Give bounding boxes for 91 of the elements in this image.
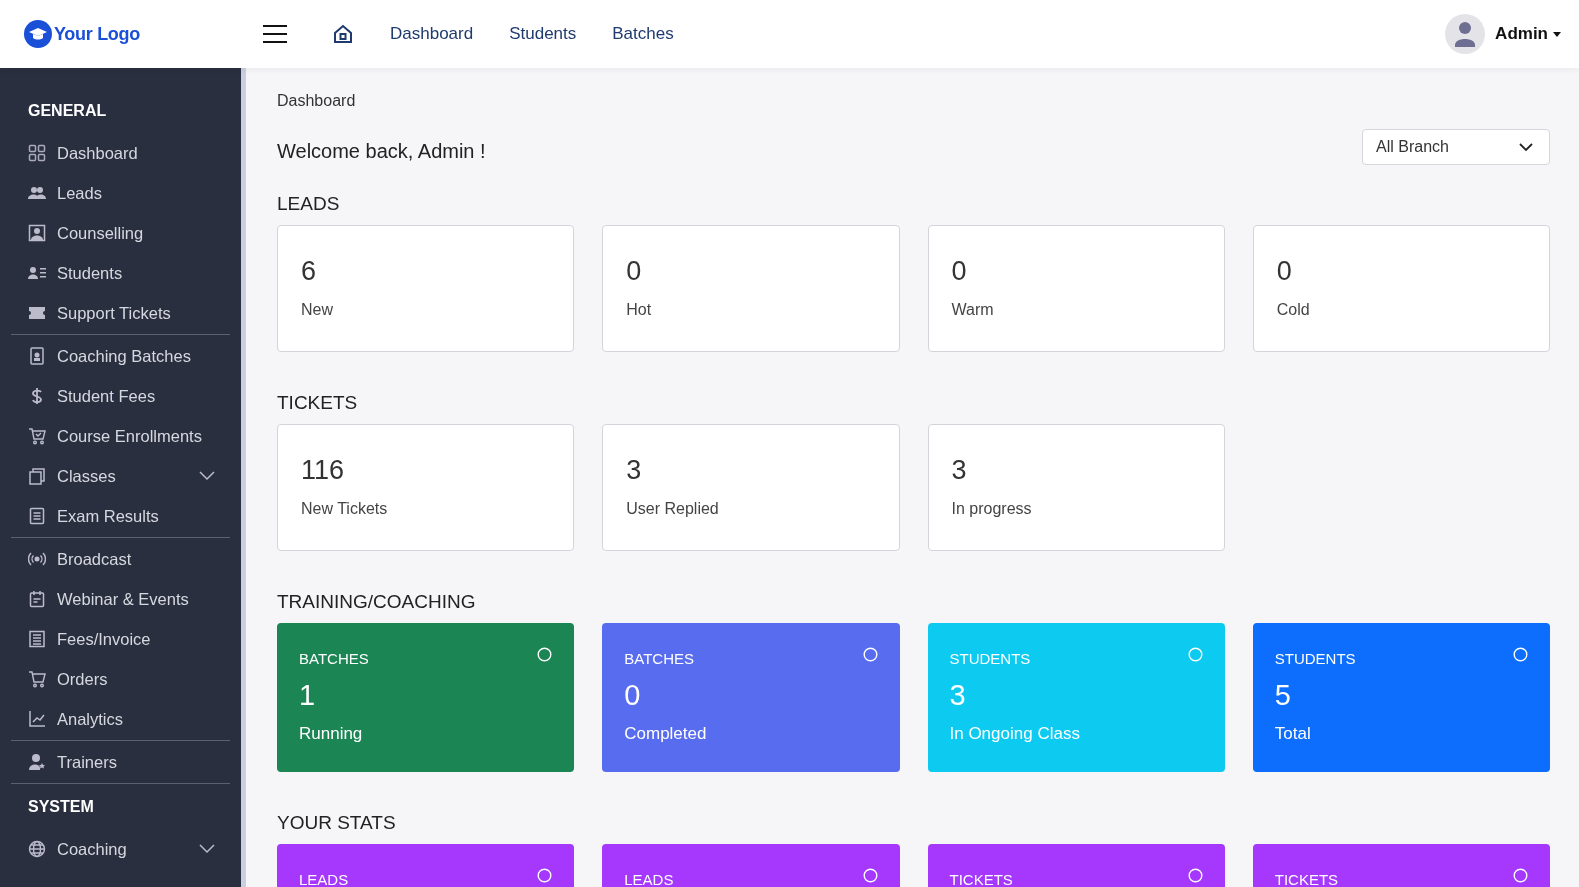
- stat-heading: STUDENTS: [949, 650, 1031, 667]
- badge-icon: [28, 347, 46, 365]
- calendar-icon: [28, 590, 46, 608]
- stat-label: New: [301, 301, 334, 319]
- sidebar-item[interactable]: Dashboard: [11, 133, 230, 173]
- stat-value: 1: [299, 679, 317, 712]
- person-box-icon: [28, 224, 46, 242]
- sidebar-item[interactable]: Coaching Batches: [11, 336, 230, 376]
- stat-label: User Replied: [626, 500, 720, 518]
- stat-heading: BATCHES: [624, 650, 694, 667]
- logo-text[interactable]: Your Logo: [54, 23, 140, 45]
- receipt-icon: [28, 630, 46, 648]
- stat-value: 0: [951, 256, 968, 287]
- stat-label: New Tickets: [301, 500, 389, 518]
- broadcast-icon: [28, 550, 46, 568]
- sidebar-item[interactable]: Student Fees: [11, 376, 230, 416]
- sidebar-item[interactable]: Trainers: [11, 742, 230, 782]
- section-heading: LEADS: [277, 193, 341, 215]
- stat-heading: TICKETS: [1274, 871, 1339, 887]
- people-icon: [28, 184, 46, 202]
- circle-icon: [1513, 868, 1528, 883]
- circle-icon: [1513, 647, 1528, 662]
- stat-value: 5: [1274, 679, 1292, 712]
- stat-value: 3: [626, 455, 643, 486]
- circle-icon: [1187, 647, 1203, 662]
- stat-label: Warm: [951, 301, 995, 319]
- stat-heading: STUDENTS: [1274, 650, 1356, 667]
- stat-label: Completed: [624, 724, 708, 744]
- stat-heading: BATCHES: [299, 650, 369, 667]
- sidebar-item[interactable]: Webinar & Events: [11, 579, 230, 619]
- welcome-heading: Welcome back, Admin !: [277, 140, 486, 163]
- section-heading: TRAINING/COACHING: [277, 591, 477, 613]
- home-icon[interactable]: [332, 23, 354, 45]
- doc-icon: [28, 507, 46, 525]
- nav-link[interactable]: Batches: [612, 24, 674, 44]
- sidebar-item[interactable]: Fees/Invoice: [11, 619, 230, 659]
- breadcrumb: Dashboard: [277, 92, 357, 110]
- circle-icon: [862, 647, 878, 662]
- chevron-icon: [1519, 142, 1533, 152]
- grid-icon: [28, 144, 46, 162]
- nav-link[interactable]: Dashboard: [390, 24, 474, 44]
- sidebar-item[interactable]: Classes: [11, 456, 230, 496]
- stat-label: In Ongoing Class: [949, 724, 1081, 744]
- sidebar-item[interactable]: Broadcast: [11, 539, 230, 579]
- section-heading: YOUR STATS: [277, 812, 397, 834]
- sidebar-item[interactable]: Orders: [11, 659, 230, 699]
- graduation-cap-logo-icon: [24, 20, 52, 48]
- stat-value: 116: [301, 455, 346, 486]
- sidebar-item[interactable]: Counselling: [11, 213, 230, 253]
- ticket-icon: [28, 304, 46, 322]
- globe-icon: [28, 840, 46, 858]
- chart-icon: [28, 710, 46, 728]
- sidebar-item[interactable]: Exam Results: [11, 496, 230, 536]
- stat-value: 3: [951, 455, 968, 486]
- sidebar-section-title: GENERAL: [27, 101, 108, 121]
- sidebar-item[interactable]: Coaching: [11, 829, 230, 869]
- circle-icon: [537, 868, 553, 883]
- stat-value: 0: [1276, 256, 1293, 287]
- stat-label: In progress: [951, 500, 1033, 518]
- cart-icon: [28, 670, 46, 688]
- stat-label: Total: [1274, 724, 1312, 744]
- sidebar-item[interactable]: Analytics: [11, 699, 230, 739]
- person-star-icon: [28, 753, 46, 771]
- menu-icon[interactable]: [262, 24, 288, 44]
- stat-value: 0: [624, 679, 642, 712]
- sidebar-item[interactable]: Leads: [11, 173, 230, 213]
- section-heading: TICKETS: [277, 392, 359, 414]
- caret-icon: [1553, 31, 1561, 37]
- stat-label: Running: [299, 724, 364, 744]
- copies-icon: [28, 467, 46, 485]
- circle-icon: [862, 868, 878, 883]
- circle-icon: [1187, 868, 1203, 883]
- user-avatar-icon[interactable]: [1445, 14, 1486, 54]
- cart-check-icon: [28, 427, 46, 445]
- branch-select[interactable]: All Branch: [1362, 129, 1550, 165]
- circle-icon: [537, 647, 553, 662]
- sidebar-item[interactable]: Support Tickets: [11, 293, 230, 333]
- stat-label: Cold: [1276, 301, 1311, 319]
- user-menu-button[interactable]: Admin: [1495, 24, 1561, 44]
- sidebar-item[interactable]: Students: [11, 253, 230, 293]
- nav-link[interactable]: Students: [509, 24, 577, 44]
- stat-value: 0: [626, 256, 643, 287]
- sidebar-item[interactable]: Course Enrollments: [11, 416, 230, 456]
- stat-heading: LEADS: [624, 871, 674, 887]
- stat-value: 3: [949, 679, 967, 712]
- person-list-icon: [28, 264, 46, 282]
- stat-label: Hot: [626, 301, 653, 319]
- stat-value: 6: [301, 256, 318, 287]
- sidebar-section-title: SYSTEM: [27, 797, 95, 817]
- stat-heading: TICKETS: [949, 871, 1013, 887]
- stat-heading: LEADS: [299, 871, 349, 887]
